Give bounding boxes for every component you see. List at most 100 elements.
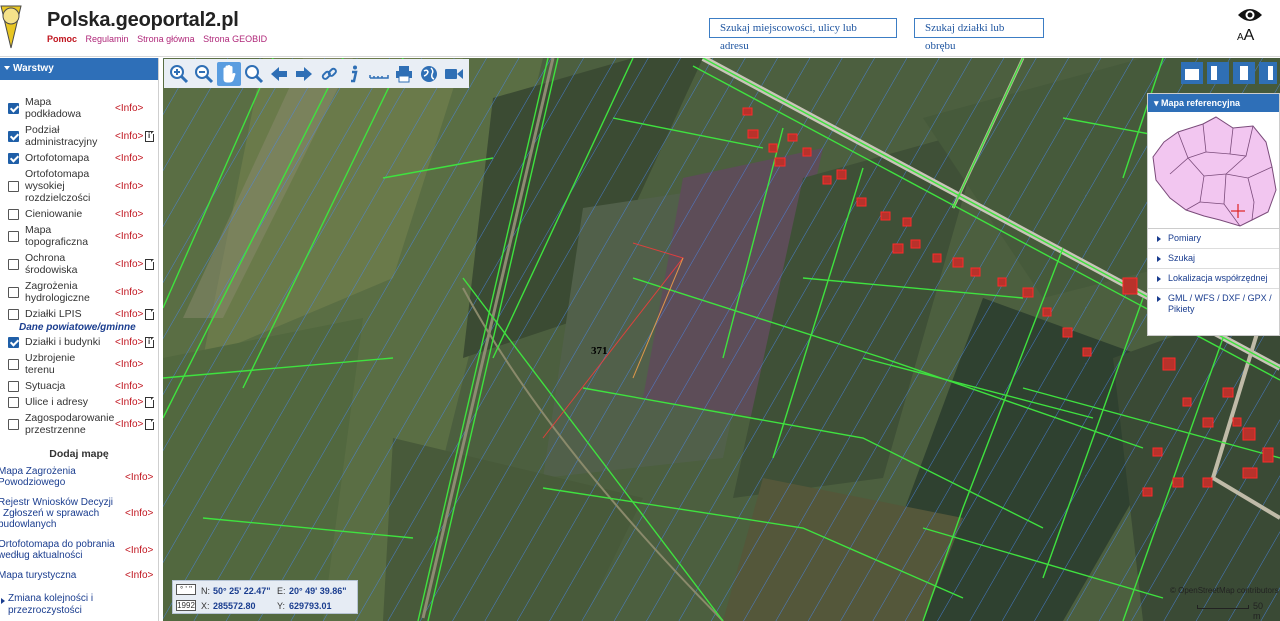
layer-item-podzial-administracyjny[interactable]: Podział administracyjny <Info> [0, 122, 158, 150]
layers-panel-header[interactable]: Warstwy [0, 58, 158, 80]
search-parcel-button[interactable]: Szukaj działki lub obrębu [914, 18, 1044, 52]
layer-item-dzialki-i-budynki[interactable]: Działki i budynki <Info> [0, 334, 158, 350]
camera-icon[interactable] [442, 62, 466, 86]
layer-item-ochrona-srodowiska[interactable]: Ochrona środowiska <Info> [0, 250, 158, 278]
eye-icon[interactable] [1237, 6, 1263, 24]
pan-hand-icon[interactable] [217, 61, 241, 86]
measurements-item[interactable]: Pomiary [1148, 229, 1279, 249]
orthophoto-map[interactable]: 371 [163, 58, 1280, 621]
geobid-logo[interactable] [0, 4, 22, 50]
add-map-item-ortofotomapa-do-pobrania-wedlu[interactable]: Ortofotomapa do pobrania według aktualno… [0, 539, 158, 561]
map-canvas[interactable]: 371 [163, 58, 1280, 621]
add-map-item-rejestr-wnioskow-decyzji-i-zgl[interactable]: Rejestr Wniosków Decyzji i Zgłoszeń w sp… [0, 497, 158, 530]
layer-item-ulice-i-adresy[interactable]: Ulice i adresy <Info> [0, 394, 158, 410]
coordinate-location-item[interactable]: Lokalizacja współrzędnej [1148, 269, 1279, 289]
info-icon[interactable] [342, 62, 366, 86]
layer-checkbox[interactable] [8, 208, 19, 220]
zoom-box-icon[interactable] [242, 62, 266, 86]
ref-map-header[interactable]: ▾ Mapa referencyjna [1148, 94, 1279, 112]
map-attribution[interactable]: © OpenStreetMap contributors [1170, 586, 1279, 595]
add-map-item-mapa-zagrozenia-powodziowego[interactable]: Mapa Zagrożenia Powodziowego <Info> [0, 466, 158, 488]
layout-right-panel-icon[interactable] [1259, 62, 1277, 84]
layout-left-panel-icon[interactable] [1207, 62, 1229, 84]
info-doc-icon[interactable] [145, 130, 154, 142]
layer-checkbox[interactable] [8, 286, 19, 298]
layer-item-uzbrojenie-terenu[interactable]: Uzbrojenie terenu <Info> [0, 350, 158, 378]
search-item[interactable]: Szukaj [1148, 249, 1279, 269]
layer-checkbox[interactable] [8, 180, 19, 192]
print-icon[interactable] [392, 62, 416, 86]
layer-checkbox[interactable] [8, 396, 19, 408]
layer-item-ortofotomapa-wysokiej-rozdzielczosci[interactable]: Ortofotomapa wysokiej rozdzielczości <Inf… [0, 166, 158, 206]
layer-info-link[interactable]: <Info> [115, 153, 143, 164]
add-map-label[interactable]: Ortofotomapa do pobrania według aktualno… [0, 539, 116, 561]
layer-info-link[interactable]: <Info> [115, 381, 143, 392]
document-icon[interactable] [145, 418, 154, 430]
layer-item-cieniowanie[interactable]: Cieniowanie <Info> [0, 206, 158, 222]
layer-item-mapa-podkladowa[interactable]: Mapa podkładowa <Info> [0, 94, 158, 122]
document-icon[interactable] [145, 308, 154, 320]
layer-info-link[interactable]: <Info> [115, 181, 143, 192]
layer-info-link[interactable]: <Info> [115, 337, 143, 348]
layer-item-mapa-topograficzna[interactable]: Mapa topograficzna <Info> [0, 222, 158, 250]
layer-info-link[interactable]: <Info> [115, 287, 143, 298]
layer-item-dzialki-lpis[interactable]: Działki LPIS <Info> [0, 306, 158, 322]
add-map-label[interactable]: Mapa turystyczna [0, 570, 116, 581]
order-transparency-toggle[interactable]: Zmiana kolejności i przezroczystości [0, 593, 158, 617]
measure-icon[interactable] [367, 62, 391, 86]
zoom-in-icon[interactable] [167, 62, 191, 86]
add-map-info-link[interactable]: <Info> [125, 508, 153, 519]
layer-checkbox[interactable] [8, 336, 19, 348]
add-map-label[interactable]: Rejestr Wniosków Decyzji i Zgłoszeń w sp… [0, 497, 116, 530]
globe-icon[interactable] [417, 62, 441, 86]
help-link[interactable]: Pomoc [47, 34, 77, 44]
add-map-item-mapa-turystyczna[interactable]: Mapa turystyczna <Info> [0, 570, 158, 581]
search-place-button[interactable]: Szukaj miejscowości, ulicy lub adresu [709, 18, 897, 52]
layer-checkbox[interactable] [8, 152, 19, 164]
layout-swap-icon[interactable] [1233, 62, 1255, 84]
parcel-number-label[interactable]: 371 [591, 345, 608, 357]
geobid-link[interactable]: Strona GEOBID [203, 34, 267, 44]
layer-info-link[interactable]: <Info> [115, 419, 143, 430]
layer-checkbox[interactable] [8, 308, 19, 320]
layer-checkbox[interactable] [8, 130, 19, 142]
forward-arrow-icon[interactable] [292, 62, 316, 86]
font-size-toggle[interactable]: AA [1237, 27, 1254, 45]
layer-item-ortofotomapa[interactable]: Ortofotomapa <Info> [0, 150, 158, 166]
add-map-label[interactable]: Mapa Zagrożenia Powodziowego [0, 466, 116, 488]
layer-info-link[interactable]: <Info> [115, 397, 143, 408]
layer-checkbox[interactable] [8, 418, 19, 430]
coordinate-system-toggle[interactable]: 1992 [176, 600, 196, 611]
add-map-info-link[interactable]: <Info> [125, 545, 153, 556]
layer-info-link[interactable]: <Info> [115, 131, 143, 142]
layer-checkbox[interactable] [8, 230, 19, 242]
info-doc-icon[interactable] [145, 336, 154, 348]
document-icon[interactable] [145, 258, 154, 270]
layer-info-link[interactable]: <Info> [115, 259, 143, 270]
layer-checkbox[interactable] [8, 102, 19, 114]
add-map-info-link[interactable]: <Info> [125, 570, 153, 581]
home-link[interactable]: Strona główna [137, 34, 195, 44]
layer-item-zagrozenia-hydrologiczne[interactable]: Zagrożenia hydrologiczne <Info> [0, 278, 158, 306]
terms-link[interactable]: Regulamin [86, 34, 129, 44]
degree-format-toggle[interactable]: ° ' " [176, 584, 196, 595]
zoom-out-icon[interactable] [192, 62, 216, 86]
reference-map[interactable] [1148, 112, 1279, 229]
layer-info-link[interactable]: <Info> [115, 359, 143, 370]
layer-info-link[interactable]: <Info> [115, 309, 143, 320]
layout-full-icon[interactable] [1181, 62, 1203, 84]
layer-item-sytuacja[interactable]: Sytuacja <Info> [0, 378, 158, 394]
layer-item-zagospodarowanie-przestrzenne[interactable]: Zagospodarowanie przestrzenne <Info> [0, 410, 158, 438]
gml-export-item[interactable]: GML / WFS / DXF / GPX / Pikiety [1148, 289, 1279, 319]
link-icon[interactable] [317, 62, 341, 86]
layer-checkbox[interactable] [8, 258, 19, 270]
layer-info-link[interactable]: <Info> [115, 231, 143, 242]
layer-checkbox[interactable] [8, 358, 19, 370]
document-icon[interactable] [145, 396, 154, 408]
add-map-info-link[interactable]: <Info> [125, 472, 153, 483]
back-arrow-icon[interactable] [267, 62, 291, 86]
layer-info-link[interactable]: <Info> [115, 103, 143, 114]
layer-checkbox[interactable] [8, 380, 19, 392]
layer-info-link[interactable]: <Info> [115, 209, 143, 220]
app-title[interactable]: Polska.geoportal2.pl [47, 9, 239, 32]
